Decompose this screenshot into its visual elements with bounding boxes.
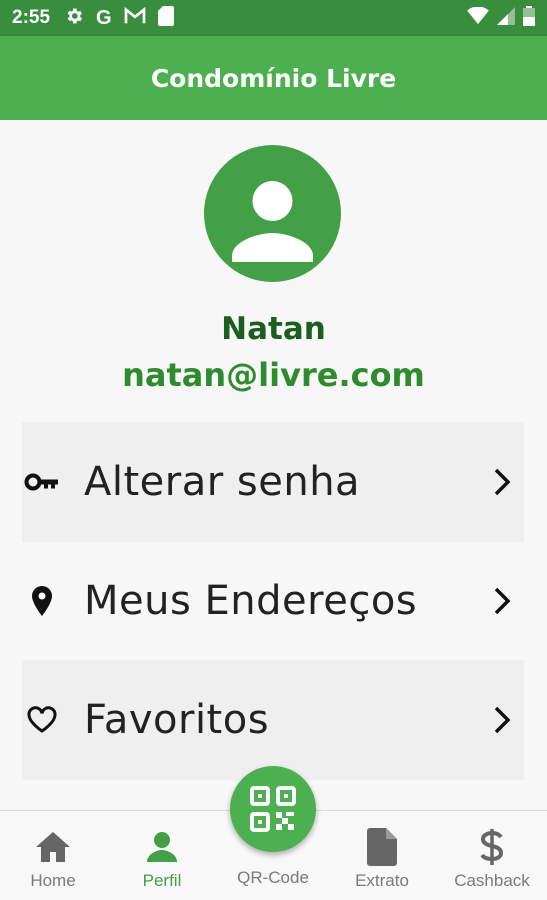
gmail-icon [124,6,146,29]
chevron-right-icon [490,464,514,500]
chevron-right-icon [490,702,514,738]
nav-item-extrato[interactable]: Extrato [327,811,437,900]
heart-outline-icon [22,700,62,740]
nav-item-home[interactable]: Home [0,811,108,900]
wifi-icon [467,6,489,29]
profile-name: Natan [221,311,326,347]
app-title: Condomínio Livre [150,63,397,93]
key-icon [22,462,62,502]
avatar [204,145,341,282]
nav-label: Perfil [142,871,182,890]
menu-item-favoritos[interactable]: Favoritos [22,660,524,780]
profile-screen: Natan natan@livre.com Alterar senha Meus… [0,120,547,810]
status-time: 2:55 [12,7,51,28]
sim-card-icon [157,6,174,30]
dollar-icon [479,827,505,867]
signal-icon [497,7,515,29]
location-pin-icon [22,581,62,621]
menu-item-alterar-senha[interactable]: Alterar senha [22,422,524,542]
profile-email: natan@livre.com [122,356,425,394]
gear-icon [64,6,84,30]
chevron-right-icon [490,583,514,619]
menu-item-label: Favoritos [84,697,270,743]
nav-label: Home [30,871,76,890]
app-bar: Condomínio Livre [0,36,547,120]
person-icon [145,827,179,867]
battery-icon [523,6,535,30]
document-icon [367,827,397,867]
qr-code-icon [250,786,296,832]
nav-label-qr-code: QR-Code [237,868,309,887]
nav-item-perfil[interactable]: Perfil [107,811,217,900]
menu-item-meus-enderecos[interactable]: Meus Endereços [22,541,524,661]
nav-label: Extrato [355,871,409,890]
person-icon [232,181,313,262]
nav-label: Cashback [454,871,530,890]
nav-item-cashback[interactable]: Cashback [437,811,547,900]
menu-item-label: Alterar senha [84,459,361,505]
home-icon [34,827,72,867]
google-g-icon: G [96,7,112,29]
menu-item-label: Meus Endereços [84,578,418,624]
status-bar: 2:55 G [0,0,547,36]
qr-code-fab[interactable] [230,766,316,852]
